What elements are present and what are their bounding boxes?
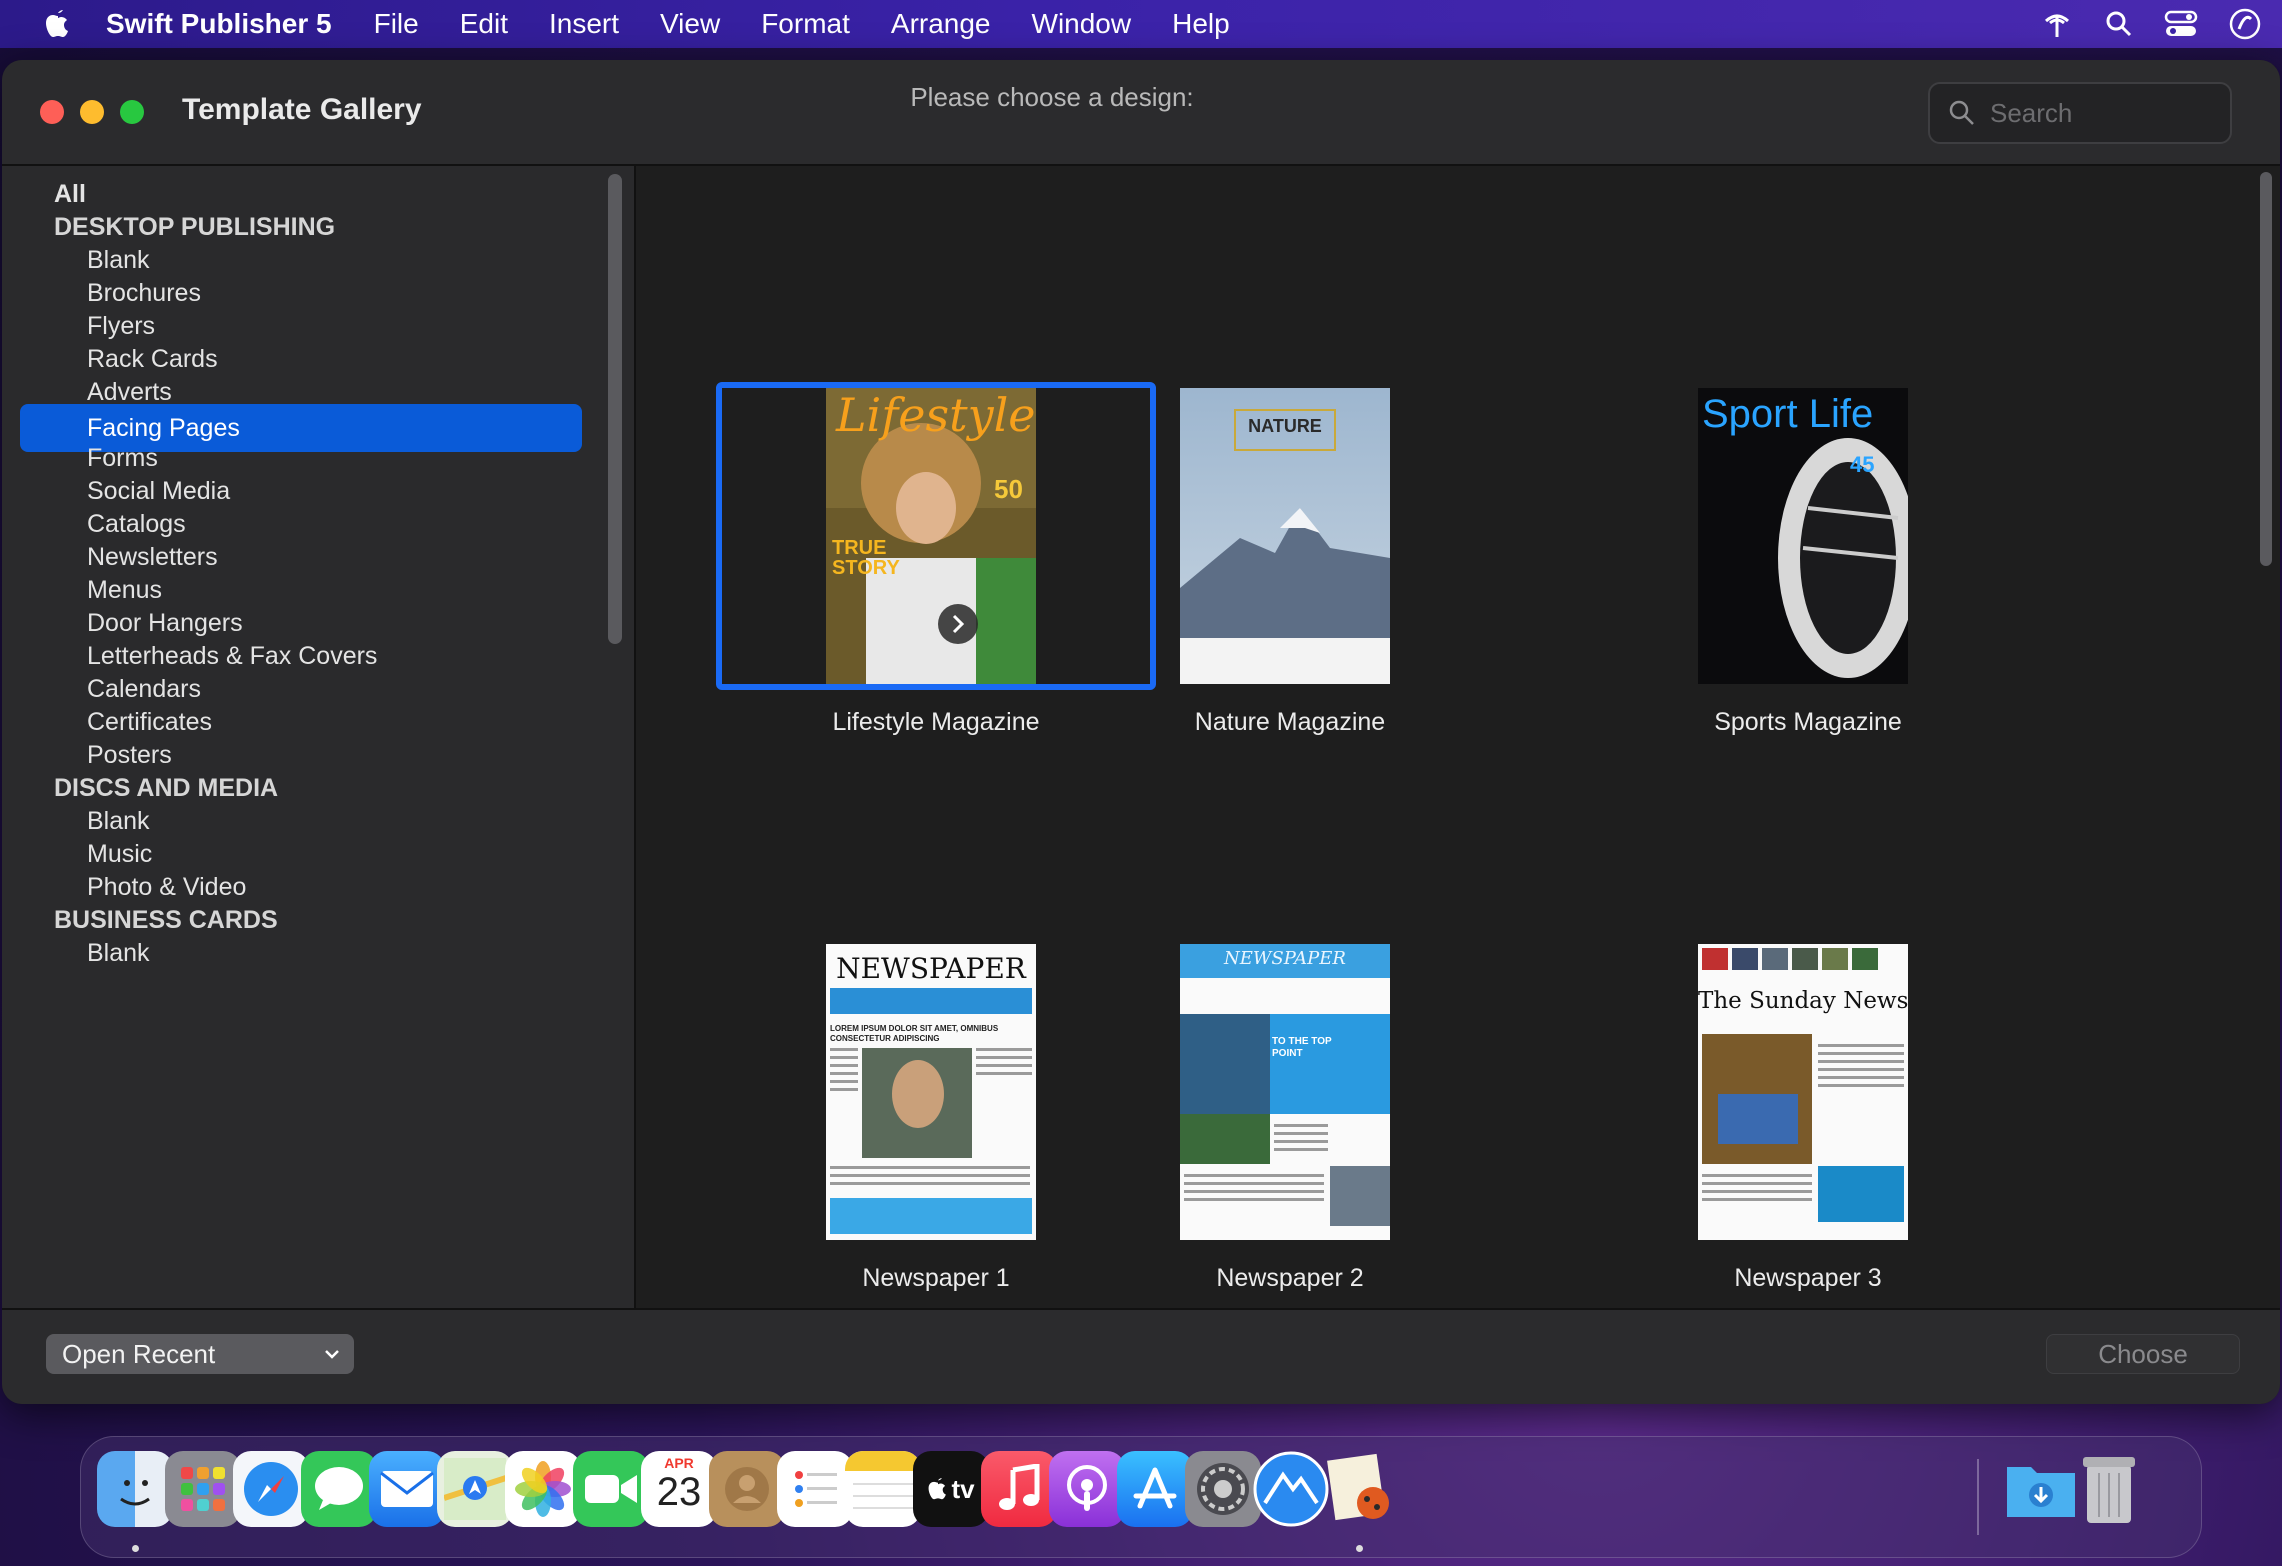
cover-title: Lifestyle	[836, 388, 1036, 442]
apple-tv-icon[interactable]: tv	[913, 1451, 989, 1527]
title-bar: Template Gallery Please choose a design:	[2, 60, 2280, 166]
launchpad-icon[interactable]	[165, 1451, 241, 1527]
dock: APR 23 tv	[80, 1436, 2202, 1558]
template-thumbnail: Lifestyle 50 TRUE STORY	[826, 388, 1036, 684]
template-tile-nature-magazine[interactable]: NATURE Nature Magazine	[1070, 382, 1510, 742]
calendar-month: APR	[664, 1455, 694, 1471]
cover-headline: LOREM IPSUM DOLOR SIT AMET, OMNIBUS CONS…	[830, 1024, 999, 1043]
safari-icon[interactable]	[233, 1451, 309, 1527]
template-tile-newspaper-2[interactable]: NEWSPAPER TO THE TOP POINT Newspaper 2	[1070, 938, 1510, 1298]
choose-button[interactable]: Choose	[2046, 1334, 2240, 1374]
template-name: Nature Magazine	[1194, 708, 1386, 736]
siri-icon[interactable]	[2228, 7, 2262, 41]
swift-publisher-icon[interactable]	[1321, 1451, 1397, 1527]
template-name: Newspaper 3	[1734, 1264, 1882, 1292]
downloads-folder-icon[interactable]	[2003, 1451, 2079, 1527]
notes-icon[interactable]	[845, 1451, 921, 1527]
template-name: Sports Magazine	[1714, 708, 1902, 736]
maps-icon[interactable]	[437, 1451, 513, 1527]
menu-insert[interactable]: Insert	[549, 8, 619, 40]
gallery-scrollbar[interactable]	[2260, 172, 2272, 566]
menu-edit[interactable]: Edit	[460, 8, 508, 40]
calendar-day: 23	[656, 1470, 702, 1514]
search-field[interactable]	[1928, 82, 2232, 144]
calendar-icon[interactable]: APR 23	[641, 1451, 717, 1527]
menu-format[interactable]: Format	[761, 8, 850, 40]
apple-icon[interactable]	[38, 4, 78, 44]
template-thumbnail: Sport Life 45	[1698, 388, 1908, 684]
photos-icon[interactable]	[505, 1451, 581, 1527]
menu-bar: Swift Publisher 5 File Edit Insert View …	[0, 0, 2282, 48]
cover-headline: TO THE TOP POINT	[1272, 1036, 1332, 1059]
search-icon	[1948, 99, 1976, 127]
menu-file[interactable]: File	[374, 8, 419, 40]
running-indicator	[1356, 1545, 1363, 1552]
template-tile-newspaper-3[interactable]: The Sunday News Newspaper 3	[1588, 938, 2028, 1298]
menu-arrange[interactable]: Arrange	[891, 8, 991, 40]
facetime-icon[interactable]	[573, 1451, 649, 1527]
menu-view[interactable]: View	[660, 8, 720, 40]
menu-window[interactable]: Window	[1032, 8, 1132, 40]
system-preferences-icon[interactable]	[1185, 1451, 1261, 1527]
template-thumbnail: The Sunday News	[1698, 944, 1908, 1240]
messages-icon[interactable]	[301, 1451, 377, 1527]
spotlight-search-icon[interactable]	[2104, 9, 2134, 39]
podcasts-icon[interactable]	[1049, 1451, 1125, 1527]
chevron-right-icon[interactable]	[938, 604, 978, 644]
contacts-icon[interactable]	[709, 1451, 785, 1527]
template-grid: Lifestyle 50 TRUE STORY Lifestyle Magazi…	[636, 166, 2280, 1308]
sidebar-scrollbar[interactable]	[608, 174, 622, 644]
trash-icon[interactable]	[2071, 1451, 2147, 1527]
tv-label: tv	[951, 1473, 975, 1504]
template-thumbnail: NEWSPAPER TO THE TOP POINT	[1180, 944, 1390, 1240]
app-store-icon[interactable]	[1117, 1451, 1193, 1527]
template-thumbnail: NEWSPAPER LOREM IPSUM DOLOR SIT AMET, OM…	[826, 944, 1036, 1240]
open-recent-label: Open Recent	[62, 1338, 216, 1369]
menu-help[interactable]: Help	[1172, 8, 1230, 40]
cover-title: NEWSPAPER	[836, 952, 1026, 985]
airdrop-icon[interactable]	[2040, 7, 2074, 41]
bottom-bar: Open Recent Choose	[2, 1308, 2280, 1404]
choose-design-prompt: Please choose a design:	[910, 82, 1194, 112]
cover-number: 50	[994, 474, 1023, 504]
cover-number: 45	[1850, 452, 1875, 477]
template-thumbnail: NATURE	[1180, 388, 1390, 684]
app-menu[interactable]: Swift Publisher 5	[106, 8, 332, 40]
cover-title: The Sunday News	[1698, 988, 1908, 1014]
sidebar-item-cards-blank[interactable]: Blank	[20, 929, 582, 977]
cover-title: Sport Life	[1702, 392, 1874, 436]
cover-title: NATURE	[1248, 416, 1322, 436]
running-indicator	[132, 1545, 139, 1552]
search-input[interactable]	[1988, 96, 2212, 130]
template-gallery-window: Template Gallery Please choose a design:…	[2, 60, 2280, 1404]
mail-icon[interactable]	[369, 1451, 445, 1527]
template-tile-sports-magazine[interactable]: Sport Life 45 Sports Magazine	[1588, 382, 2028, 742]
template-name: Newspaper 2	[1216, 1264, 1364, 1292]
category-sidebar: All DESKTOP PUBLISHING Blank Brochures F…	[2, 166, 636, 1308]
finder-icon[interactable]	[97, 1451, 173, 1527]
cover-feature: TRUE STORY	[832, 537, 900, 579]
reminders-icon[interactable]	[777, 1451, 853, 1527]
swift-publisher-mountain-icon[interactable]	[1253, 1451, 1329, 1527]
open-recent-dropdown[interactable]: Open Recent	[46, 1334, 354, 1374]
control-center-icon[interactable]	[2164, 9, 2198, 39]
dock-separator	[1977, 1459, 1979, 1535]
cover-title: NEWSPAPER	[1224, 948, 1346, 969]
chevron-down-icon	[320, 1342, 344, 1366]
music-icon[interactable]	[981, 1451, 1057, 1527]
